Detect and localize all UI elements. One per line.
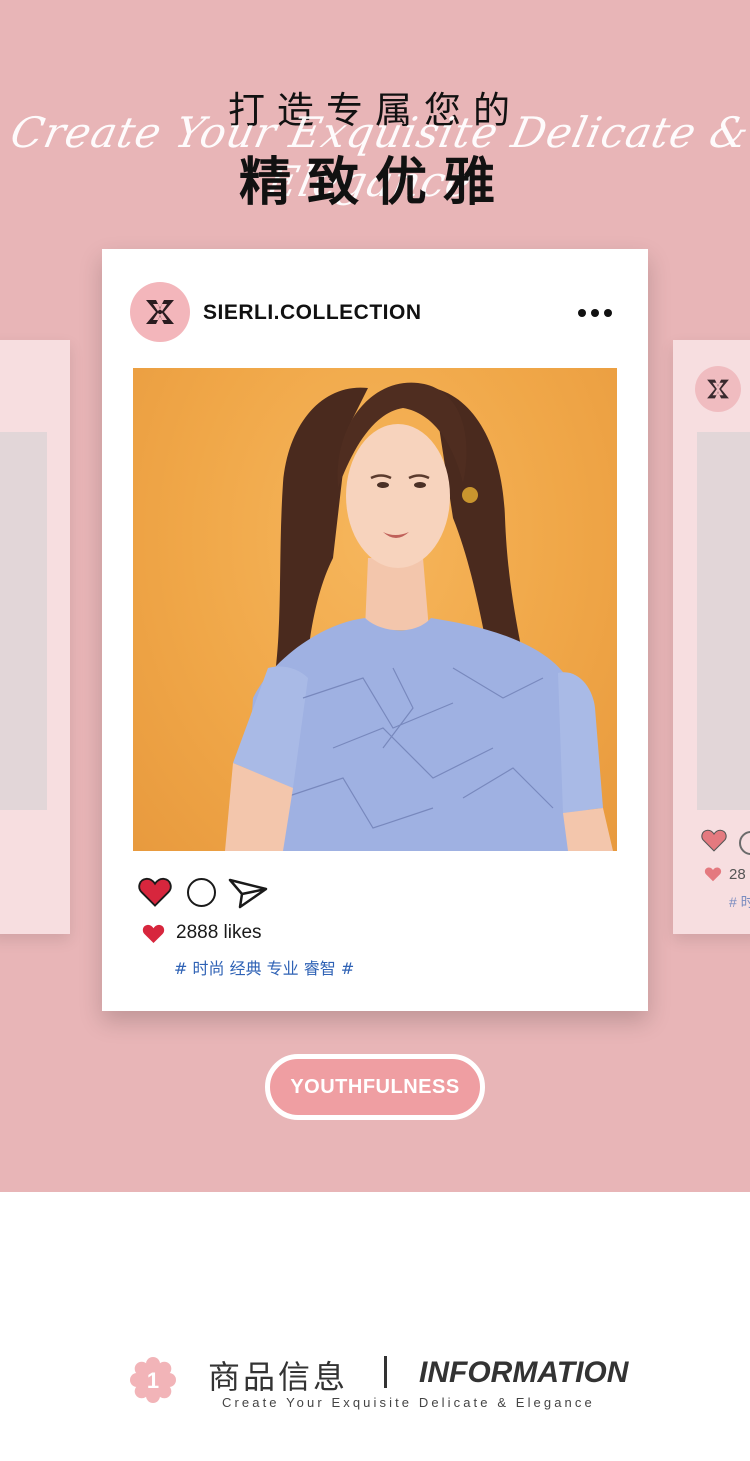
info-divider <box>384 1356 387 1388</box>
youthfulness-tag-button[interactable]: YOUTHFULNESS <box>265 1054 485 1120</box>
comment-icon <box>739 831 750 855</box>
likes-count[interactable]: 2888 likes <box>176 922 262 944</box>
side-card-photo <box>0 432 47 810</box>
comment-icon[interactable] <box>187 878 216 907</box>
side-card-photo <box>697 432 750 810</box>
side-card-likes: 28 <box>729 866 746 883</box>
info-title-en: INFORMATION <box>419 1356 629 1389</box>
heart-icon <box>704 867 722 882</box>
side-card-tags: # 时 <box>729 894 750 910</box>
heart-icon[interactable] <box>138 876 172 907</box>
heart-icon <box>701 829 727 852</box>
flower-number-badge-icon: 1 <box>130 1357 176 1403</box>
heart-icon <box>142 924 165 944</box>
share-icon[interactable] <box>228 877 268 909</box>
more-dots-icon[interactable] <box>572 302 618 326</box>
info-title-cn: 商品信息 <box>208 1358 349 1396</box>
post-photo <box>133 368 617 851</box>
badge-number: 1 <box>147 1368 159 1393</box>
hashtags[interactable]: # 时尚 经典 专业 睿智 # <box>174 955 354 979</box>
info-subtitle: Create Your Exquisite Delicate & Eleganc… <box>222 1395 595 1410</box>
brand-logo-icon <box>695 366 741 412</box>
hero-section: 打造专属您的 Create Your Exquisite Delicate & … <box>0 0 750 1192</box>
account-name[interactable]: SIERLI.COLLECTION <box>203 301 422 325</box>
hero-title-line2: 精致优雅 <box>238 153 511 213</box>
side-card-right: 28 # 时 <box>673 340 750 934</box>
side-card-left <box>0 340 70 934</box>
post-card: SIERLI.COLLECTION 2888 likes # 时尚 经典 专业 … <box>102 249 648 1011</box>
brand-logo-icon[interactable] <box>130 282 190 342</box>
